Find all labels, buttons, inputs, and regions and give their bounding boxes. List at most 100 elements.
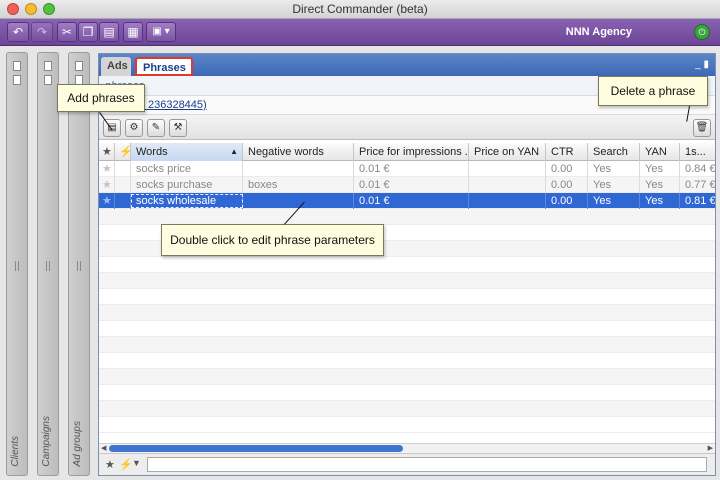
undo-button[interactable]: ↶ [7,22,29,42]
clipboard-icon: ▤ [103,25,115,39]
resize-grip-icon[interactable] [77,261,81,271]
trash-icon: 🗑 [695,122,709,133]
collapse-icon[interactable] [44,75,52,85]
window-title: Direct Commander (beta) [292,2,428,16]
power-button[interactable]: ⏻ [694,24,710,40]
column-header-first-place[interactable]: 1s... [680,143,715,161]
clients-panel[interactable]: Clients [6,52,28,476]
empty-row [99,369,715,385]
paste-button[interactable]: ▤ [99,22,119,42]
first-place-cell: 0.81 € [685,195,715,207]
table-row[interactable]: ★ socks purchase boxes 0.01 € 0.00 Yes Y… [99,177,715,193]
column-header-words[interactable]: Words ▲ [131,143,243,161]
yan-cell[interactable]: Yes [640,161,680,177]
edit-phrase-callout: Double click to edit phrase parameters [161,224,384,256]
empty-row [99,209,715,225]
star-icon[interactable]: ★ [99,193,115,209]
empty-row [99,353,715,369]
flag-cell [115,161,131,177]
table-row-selected[interactable]: ★ socks wholesale 0.01 € 0.00 Yes Yes 0.… [99,193,715,209]
main-toolbar: ↶ ↷ ✂ ❐ ▤ ▦ ▣ ▾ NNN Agency ⏻ [0,19,720,46]
phrase-settings-button[interactable]: ⚙ [125,119,143,137]
table-button[interactable]: ▦ [123,22,143,42]
filter-bar: ★ ⚡ ▼ [99,453,715,475]
column-header-search[interactable]: Search [588,143,640,161]
pin-icon[interactable] [75,61,83,71]
column-header-price-yan[interactable]: Price on YAN [469,143,546,161]
view-menu-button[interactable]: ▣ ▾ [146,22,176,42]
column-header-price[interactable]: Price for impressions ... [354,143,469,161]
view-dropdown-icon: ▣ ▾ [152,26,170,37]
pin-icon[interactable] [44,61,52,71]
first-place-cell: 0.77 € [685,179,715,191]
panel-window-controls[interactable]: _ ▮ [695,59,709,70]
campaigns-panel[interactable]: Campaigns [37,52,59,476]
price-yan-cell[interactable] [469,193,546,209]
search-cell[interactable]: Yes [588,193,640,209]
cut-button[interactable]: ✂ [57,22,77,42]
scrollbar-thumb[interactable] [109,445,403,452]
negative-words-cell[interactable]: boxes [243,177,354,193]
price-cell[interactable]: 0.01 € [354,177,469,193]
ctr-cell: 0.00 [546,161,588,177]
add-phrases-callout: Add phrases [57,84,145,112]
price-yan-cell[interactable] [469,177,546,193]
empty-row [99,257,715,273]
yan-cell[interactable]: Yes [640,193,680,209]
resize-grip-icon[interactable] [15,261,19,271]
table-row[interactable]: ★ socks price 0.01 € 0.00 Yes Yes 0.84 € [99,161,715,177]
edit-icon: ✎ [151,122,161,133]
empty-row [99,337,715,353]
ctr-cell: 0.00 [546,193,588,209]
words-cell[interactable]: socks price [131,161,243,177]
collapse-icon[interactable] [13,75,21,85]
price-cell[interactable]: 0.01 € [354,161,469,177]
price-cell[interactable]: 0.01 € [354,193,469,209]
minimize-window-button[interactable] [25,3,37,15]
phrase-tools-button[interactable]: ⚒ [169,119,187,137]
column-header-yan[interactable]: YAN [640,143,680,161]
sort-ascending-icon: ▲ [230,147,238,156]
tab-phrases[interactable]: Phrases [135,57,193,76]
horizontal-scrollbar[interactable]: ◀ ▶ [99,443,715,453]
column-header-negative-words[interactable]: Negative words [243,143,354,161]
pin-icon[interactable] [13,61,21,71]
panel-tabbar: Ads Phrases _ ▮ [99,54,715,76]
ad-groups-panel[interactable]: Ad groups [68,52,90,476]
tab-ads[interactable]: Ads [101,57,131,76]
star-icon[interactable]: ★ [99,161,115,177]
scroll-right-icon[interactable]: ▶ [708,444,713,453]
first-place-cell: 0.84 € [685,163,715,175]
close-window-button[interactable] [7,3,19,15]
power-icon: ⏻ [698,27,706,37]
empty-row [99,401,715,417]
column-header-star[interactable]: ★ [99,143,115,161]
filter-input[interactable] [147,457,707,472]
star-filter-icon[interactable]: ★ [105,458,115,471]
funnel-icon[interactable]: ▼ [132,458,141,468]
delete-phrase-button[interactable]: 🗑 [693,119,711,137]
star-icon[interactable]: ★ [99,177,115,193]
yan-cell[interactable]: Yes [640,177,680,193]
price-yan-cell[interactable] [469,161,546,177]
words-cell[interactable]: socks purchase [131,177,243,193]
redo-button[interactable]: ↷ [31,22,53,42]
copy-button[interactable]: ❐ [78,22,98,42]
column-header-ctr[interactable]: CTR [546,143,588,161]
table-icon: ▦ [127,25,139,39]
scissors-icon: ✂ [61,25,73,39]
column-header-flag[interactable]: ⚡ [115,143,131,161]
search-cell[interactable]: Yes [588,161,640,177]
ctr-cell: 0.00 [546,177,588,193]
phrases-table-body: ★ socks price 0.01 € 0.00 Yes Yes 0.84 €… [99,161,715,443]
resize-grip-icon[interactable] [46,261,50,271]
search-cell[interactable]: Yes [588,177,640,193]
zoom-window-button[interactable] [43,3,55,15]
flag-filter-icon[interactable]: ⚡ [119,458,133,471]
empty-row [99,385,715,401]
edit-phrase-button[interactable]: ✎ [147,119,165,137]
tools-icon: ⚒ [173,122,183,133]
scroll-left-icon[interactable]: ◀ [101,444,106,453]
cell-edit-focus [131,194,243,208]
negative-words-cell[interactable] [243,161,354,177]
